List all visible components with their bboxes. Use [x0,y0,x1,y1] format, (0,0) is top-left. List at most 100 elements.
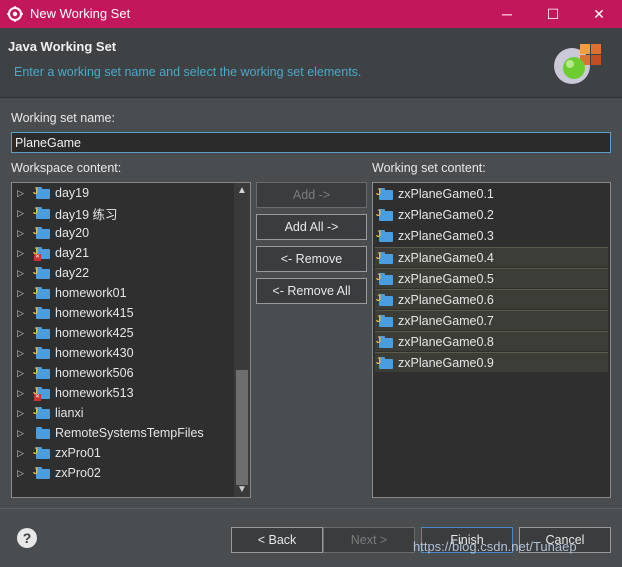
expand-arrow-icon[interactable]: ▷ [17,228,29,239]
java-project-icon: J [376,335,393,349]
java-project-icon: J [33,466,50,480]
tree-item[interactable]: ▷ Jday22 [12,263,234,283]
java-project-icon: J [376,272,393,286]
tree-item[interactable]: ▷ JzxPro02 [12,463,234,483]
expand-arrow-icon[interactable]: ▷ [17,428,29,439]
java-project-icon: J [376,187,393,201]
java-project-icon: J [33,326,50,340]
tree-item[interactable]: ▷ Jhomework430 [12,343,234,363]
working-set-item-label: zxPlaneGame0.4 [398,250,494,265]
tree-item-label: day19 练习 [55,207,118,222]
working-set-item-label: zxPlaneGame0.3 [398,229,494,243]
expand-arrow-icon[interactable]: ▷ [17,368,29,379]
workspace-content-label: Workspace content: [11,161,122,175]
tree-item-label: day20 [55,226,90,240]
java-project-icon: J [33,286,50,300]
tree-item-label: day22 [55,266,90,280]
tree-item-label: zxPro02 [55,466,101,480]
footer-separator [0,508,622,509]
scroll-thumb[interactable] [236,369,248,485]
workspace-tree[interactable]: ▷ Jday19 ▷ Jday19 练习 ▷ Jday20 ▷ J ✕ day21 ▷ Jday22 ▷… [11,182,251,498]
working-set-item-label: zxPlaneGame0.2 [398,208,494,222]
expand-arrow-icon[interactable]: ▷ [17,308,29,319]
tree-item-label: RemoteSystemsTempFiles [55,426,204,440]
java-project-icon: J ✕ [33,246,50,261]
eclipse-app-icon [7,6,23,22]
working-set-item[interactable]: JzxPlaneGame0.3 [375,226,608,246]
add-button[interactable]: Add -> [256,182,367,208]
name-label: Working set name: [11,111,115,125]
help-icon[interactable]: ? [17,528,37,548]
working-set-item[interactable]: JzxPlaneGame0.6 [375,289,608,309]
expand-arrow-icon[interactable]: ▷ [17,468,29,479]
working-set-item[interactable]: JzxPlaneGame0.5 [375,268,608,288]
java-project-icon: J [376,356,393,370]
tree-scrollbar[interactable]: ▲ ▼ [234,183,250,497]
tree-item[interactable]: ▷ J ✕ day21 [12,243,234,263]
add-all-button[interactable]: Add All -> [256,214,367,240]
close-button[interactable]: ✕ [576,0,622,28]
working-set-content-label: Working set content: [372,161,486,175]
expand-arrow-icon[interactable]: ▷ [17,288,29,299]
tree-item[interactable]: ▷ J ✕ homework513 [12,383,234,403]
working-set-item[interactable]: JzxPlaneGame0.1 [375,184,608,204]
java-project-icon: J [33,346,50,360]
expand-arrow-icon[interactable]: ▷ [17,268,29,279]
java-project-icon: J [376,251,393,265]
tree-item[interactable]: ▷ RemoteSystemsTempFiles [12,423,234,443]
working-set-item[interactable]: JzxPlaneGame0.4 [375,247,608,267]
tree-item-label: homework430 [55,346,134,360]
working-set-item[interactable]: JzxPlaneGame0.8 [375,331,608,351]
java-project-icon: J [33,226,50,240]
expand-arrow-icon[interactable]: ▷ [17,208,29,219]
working-set-item[interactable]: JzxPlaneGame0.9 [375,352,608,372]
scroll-down-icon[interactable]: ▼ [234,484,250,495]
scroll-up-icon[interactable]: ▲ [234,185,250,196]
tree-item[interactable]: ▷ Jhomework01 [12,283,234,303]
java-project-icon: J [33,266,50,280]
expand-arrow-icon[interactable]: ▷ [17,408,29,419]
java-project-icon: J ✕ [33,386,50,401]
tree-item-label: day19 [55,186,90,200]
tree-item[interactable]: ▷ Jhomework506 [12,363,234,383]
tree-item-label: homework415 [55,306,134,320]
remove-all-button[interactable]: <- Remove All [256,278,367,304]
working-set-item-label: zxPlaneGame0.1 [398,187,494,201]
next-button[interactable]: Next > [323,527,415,553]
tree-item[interactable]: ▷ Jlianxi [12,403,234,423]
tree-item-label: homework513 [55,386,134,400]
java-project-icon: J [376,314,393,328]
tree-item-label: homework506 [55,366,134,380]
tree-item-label: day21 [55,246,90,260]
working-set-item[interactable]: JzxPlaneGame0.2 [375,205,608,225]
expand-arrow-icon[interactable]: ▷ [17,188,29,199]
java-project-icon: J [33,206,50,220]
expand-arrow-icon[interactable]: ▷ [17,328,29,339]
title-bar: New Working Set ─ ☐ ✕ [0,0,622,28]
working-set-item-label: zxPlaneGame0.8 [398,334,494,349]
java-project-icon: J [33,446,50,460]
java-project-icon: J [376,229,393,243]
wizard-banner: Java Working Set Enter a working set nam… [0,28,622,98]
java-project-icon: J [33,186,50,200]
tree-item-label: homework01 [55,286,127,300]
tree-item[interactable]: ▷ JzxPro01 [12,443,234,463]
minimize-button[interactable]: ─ [484,0,530,28]
expand-arrow-icon[interactable]: ▷ [17,448,29,459]
back-button[interactable]: < Back [231,527,323,553]
working-set-wizard-icon [554,44,601,84]
expand-arrow-icon[interactable]: ▷ [17,348,29,359]
tree-item[interactable]: ▷ Jday19 练习 [12,203,234,223]
tree-item[interactable]: ▷ Jhomework415 [12,303,234,323]
working-set-list[interactable]: JzxPlaneGame0.1 JzxPlaneGame0.2 JzxPlaneGa… [372,182,611,498]
working-set-name-input[interactable] [11,132,611,153]
expand-arrow-icon[interactable]: ▷ [17,248,29,259]
tree-item[interactable]: ▷ Jday20 [12,223,234,243]
remove-button[interactable]: <- Remove [256,246,367,272]
working-set-item[interactable]: JzxPlaneGame0.7 [375,310,608,330]
java-project-icon: J [376,208,393,222]
maximize-button[interactable]: ☐ [530,0,576,28]
expand-arrow-icon[interactable]: ▷ [17,388,29,399]
tree-item[interactable]: ▷ Jhomework425 [12,323,234,343]
tree-item[interactable]: ▷ Jday19 [12,183,234,203]
